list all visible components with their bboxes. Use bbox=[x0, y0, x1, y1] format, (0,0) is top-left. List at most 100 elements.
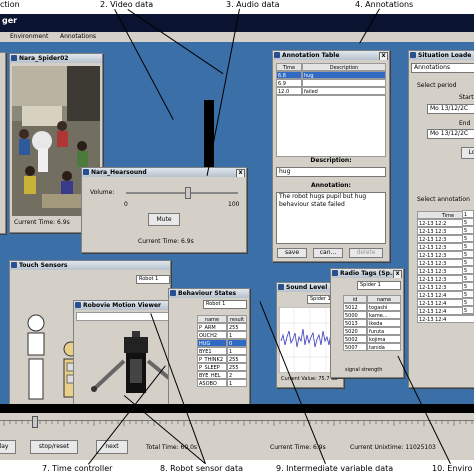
list-item-extra: 5 bbox=[462, 274, 474, 282]
behaviour-name: OUCH2 bbox=[197, 331, 227, 339]
close-icon[interactable]: x bbox=[236, 169, 245, 177]
header-name[interactable]: name bbox=[367, 295, 401, 303]
radio-titlebar: Radio Tags (Sp... x bbox=[331, 269, 403, 278]
audio-current-time: Current Time: 6.9s bbox=[138, 238, 194, 245]
radio-name: kame... bbox=[367, 311, 401, 319]
volume-slider[interactable] bbox=[126, 187, 238, 199]
list-item[interactable]: 12-13 12:4 bbox=[417, 315, 474, 323]
video-titlebar: Nara_Spider02 bbox=[10, 54, 102, 63]
radio-table: id name 5012 togashi 5000 kame... 5013 ikeda 5… bbox=[343, 295, 401, 351]
radio-name: togashi bbox=[367, 303, 401, 311]
table-row[interactable]: 5013 ikeda bbox=[343, 319, 401, 327]
volume-min: 0 bbox=[124, 201, 128, 208]
table-row[interactable]: 5012 togashi bbox=[343, 303, 401, 311]
table-row[interactable]: 5020 furuta bbox=[343, 327, 401, 335]
radio-id: 5007 bbox=[343, 343, 367, 351]
row-time: 6.8 bbox=[276, 71, 302, 79]
save-button[interactable]: save bbox=[277, 248, 307, 258]
period-label: Select period bbox=[417, 82, 457, 89]
table-row[interactable]: HUG 0 bbox=[197, 339, 247, 347]
table-row[interactable]: P_THINK2 255 bbox=[197, 355, 247, 363]
list-item-extra: 1 bbox=[462, 210, 474, 218]
annotation-textarea[interactable]: The robot hugs pupil but hug behaviour s… bbox=[276, 192, 386, 244]
radio-id: 5002 bbox=[343, 335, 367, 343]
play-button[interactable]: lay bbox=[0, 440, 16, 454]
video-current-time: Current Time: 6.9s bbox=[14, 219, 70, 226]
window-icon bbox=[278, 284, 284, 290]
behaviour-name: ASOBO bbox=[197, 379, 227, 387]
behaviour-result: 255 bbox=[227, 323, 247, 331]
behaviour-table: name result P_ARM 255 OUCH2 1 HUG 0 BYE1 1 P_THI… bbox=[197, 315, 247, 387]
header-name[interactable]: name bbox=[197, 315, 227, 323]
timeline-ticks bbox=[3, 421, 473, 426]
radio-id: 5020 bbox=[343, 327, 367, 335]
app-title: ger bbox=[2, 16, 18, 25]
menu-annotations[interactable]: Annotations bbox=[60, 33, 96, 40]
table-row[interactable]: 5007 tanida bbox=[343, 343, 401, 351]
behaviour-robot-dropdown[interactable]: Robot 1 bbox=[203, 300, 247, 309]
cancel-button[interactable]: can... bbox=[313, 248, 343, 258]
caption-time-controller: 7. Time controller bbox=[42, 464, 113, 473]
start-date-field[interactable]: Mo 13/12/2C bbox=[427, 104, 474, 114]
behaviour-name: P_SLEEP bbox=[197, 363, 227, 371]
start-label: Start bbox=[459, 94, 474, 101]
table-row[interactable]: 6.9 bbox=[276, 79, 386, 87]
radio-name: kojima bbox=[367, 335, 401, 343]
caption-intermediate-variable-data: 9. Intermediate variable data bbox=[276, 464, 394, 473]
header-description[interactable]: Description bbox=[302, 63, 386, 71]
row-description: hug bbox=[302, 71, 386, 79]
behaviour-name: BYE1 bbox=[197, 347, 227, 355]
window-icon bbox=[83, 169, 89, 175]
header-id[interactable]: id bbox=[343, 295, 367, 303]
volume-label: Volume: bbox=[90, 189, 115, 196]
window-icon bbox=[11, 55, 17, 61]
radio-id: 5000 bbox=[343, 311, 367, 319]
table-row[interactable]: ASOBO 1 bbox=[197, 379, 247, 387]
table-row[interactable]: 6.8 hug bbox=[276, 71, 386, 79]
annotation-label: Annotation: bbox=[311, 182, 351, 189]
behaviour-title: Behaviour States bbox=[178, 290, 237, 297]
table-row[interactable]: P_ARM 255 bbox=[197, 323, 247, 331]
load-button[interactable]: Lo bbox=[461, 147, 474, 159]
header-time[interactable]: Time bbox=[276, 63, 302, 71]
list-item-extra: 5 bbox=[462, 290, 474, 298]
close-icon[interactable]: x bbox=[379, 52, 388, 60]
table-row[interactable]: BYE1 1 bbox=[197, 347, 247, 355]
table-row[interactable]: BYE_HEL 2 bbox=[197, 371, 247, 379]
table-row[interactable]: OUCH2 1 bbox=[197, 331, 247, 339]
table-row[interactable]: P_SLEEP 255 bbox=[197, 363, 247, 371]
slider-thumb-icon[interactable] bbox=[185, 187, 192, 199]
time-controller: lay stop/reset next Total Time: 60.0s Cu… bbox=[0, 404, 474, 460]
row-description: failed bbox=[302, 87, 386, 95]
radio-name: furuta bbox=[367, 327, 401, 335]
table-row[interactable]: 5000 kame... bbox=[343, 311, 401, 319]
touch-robot-dropdown[interactable]: Robot 1 bbox=[136, 275, 170, 284]
end-date-field[interactable]: Mo 13/12/2C bbox=[427, 129, 474, 139]
situation-title: Situation Loade bbox=[418, 52, 472, 59]
radio-tags-window: Radio Tags (Sp... x Spider 1 id name 5012… bbox=[330, 268, 404, 378]
delete-button[interactable]: delete bbox=[349, 248, 383, 258]
annotation-grid: Time Description 6.8 hug 6.9 12.0 failed bbox=[276, 63, 386, 157]
stop-reset-button[interactable]: stop/reset bbox=[30, 440, 78, 454]
table-row[interactable]: 5002 kojima bbox=[343, 335, 401, 343]
radio-title: Radio Tags (Sp... bbox=[340, 270, 397, 277]
behaviour-result: 1 bbox=[227, 347, 247, 355]
header-result[interactable]: result bbox=[227, 315, 247, 323]
radio-header: id name bbox=[343, 295, 401, 303]
window-icon bbox=[75, 302, 81, 308]
signal-strength-label: signal strength bbox=[345, 367, 383, 373]
behaviour-titlebar: Behaviour States bbox=[169, 289, 249, 298]
mute-button[interactable]: Mute bbox=[148, 213, 180, 226]
table-row[interactable]: 12.0 failed bbox=[276, 87, 386, 95]
table-empty-area bbox=[276, 95, 386, 157]
situation-dropdown[interactable]: Annotations bbox=[411, 63, 474, 73]
annotation-select-label: Select annotation bbox=[417, 196, 470, 203]
behaviour-name: BYE_HEL bbox=[197, 371, 227, 379]
description-field[interactable]: hug bbox=[276, 167, 386, 177]
radio-spider-dropdown[interactable]: Spider 1 bbox=[357, 281, 401, 290]
situation-right-column: 1555555555555 bbox=[462, 210, 474, 314]
close-icon[interactable]: x bbox=[393, 270, 402, 278]
slider-thumb-icon[interactable] bbox=[31, 416, 38, 428]
menu-environment[interactable]: Environment bbox=[10, 33, 48, 40]
window-icon bbox=[410, 52, 416, 58]
